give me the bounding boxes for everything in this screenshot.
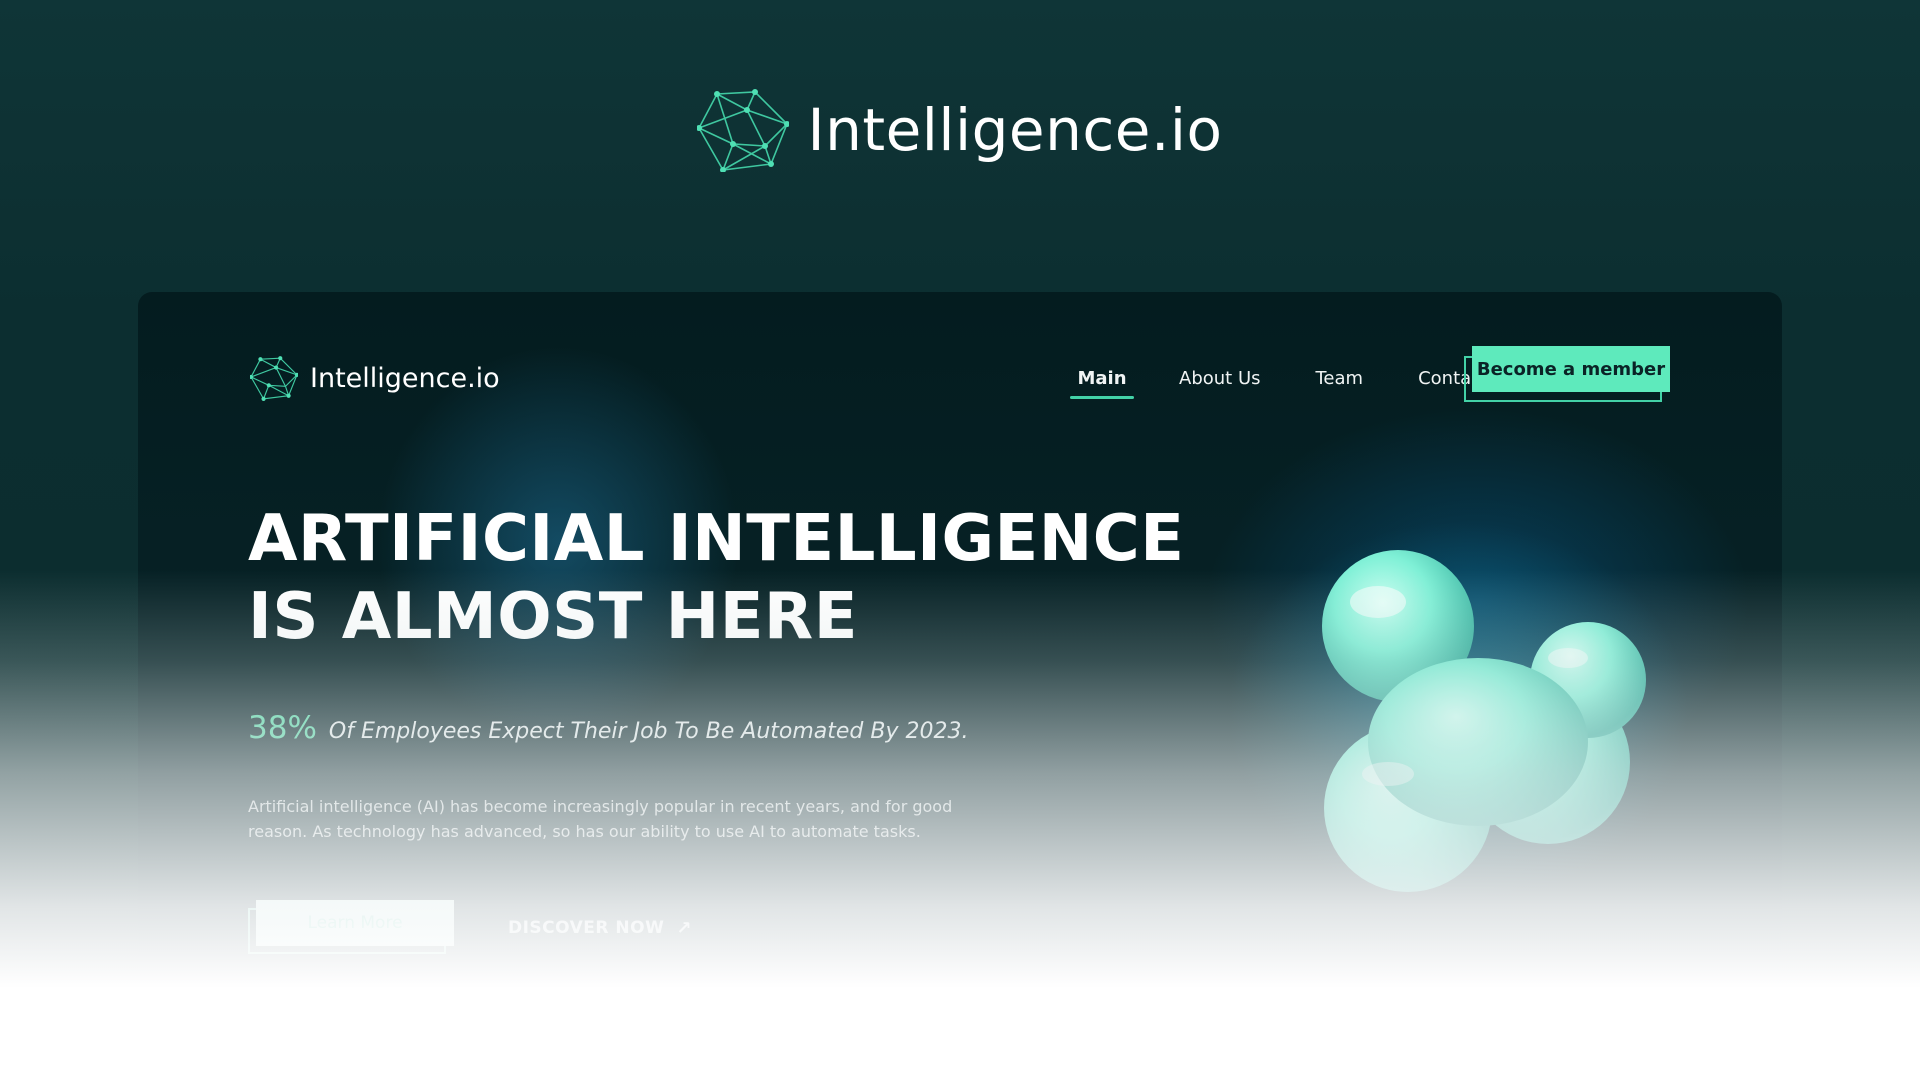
network-logo-icon[interactable]: [250, 355, 298, 401]
learn-more-button[interactable]: Learn More: [256, 900, 454, 946]
stat-value: 38%: [248, 710, 317, 746]
blob-illustration: [1228, 522, 1688, 902]
brand-header: Intelligence.io: [0, 88, 1920, 172]
become-member-cta: Become a member: [1464, 346, 1670, 402]
navbar: Intelligence.io Main About Us Team Conta…: [250, 346, 1670, 406]
nav-item-main[interactable]: Main: [1070, 358, 1134, 399]
nav-menu: Main About Us Team Contacts: [1070, 350, 1498, 406]
hero-description: Artificial intelligence (AI) has become …: [248, 797, 953, 841]
network-logo-icon: [697, 89, 790, 172]
learn-more-wrap: Learn More: [248, 900, 454, 956]
hero-title: ARTIFICIAL INTELLIGENCE IS ALMOST HERE: [248, 500, 1184, 656]
hero-actions: Learn More DISCOVER NOW ↗: [248, 900, 692, 956]
nav-brand-name[interactable]: Intelligence.io: [310, 363, 500, 394]
website-preview-card: Intelligence.io Main About Us Team Conta…: [138, 292, 1782, 1052]
brand-title: Intelligence.io: [807, 96, 1223, 164]
stat-text: Of Employees Expect Their Job To Be Auto…: [328, 719, 969, 744]
hero-stat: 38% Of Employees Expect Their Job To Be …: [248, 710, 968, 746]
discover-now-label: DISCOVER NOW: [508, 918, 665, 938]
hero-title-line1: ARTIFICIAL INTELLIGENCE: [248, 502, 1185, 576]
nav-item-about-us[interactable]: About Us: [1179, 358, 1261, 399]
hero-title-line2: IS ALMOST HERE: [248, 580, 858, 654]
become-member-button[interactable]: Become a member: [1472, 346, 1670, 392]
discover-now-link[interactable]: DISCOVER NOW ↗: [508, 918, 692, 939]
arrow-up-right-icon: ↗: [676, 917, 692, 939]
nav-item-team[interactable]: Team: [1316, 358, 1364, 399]
